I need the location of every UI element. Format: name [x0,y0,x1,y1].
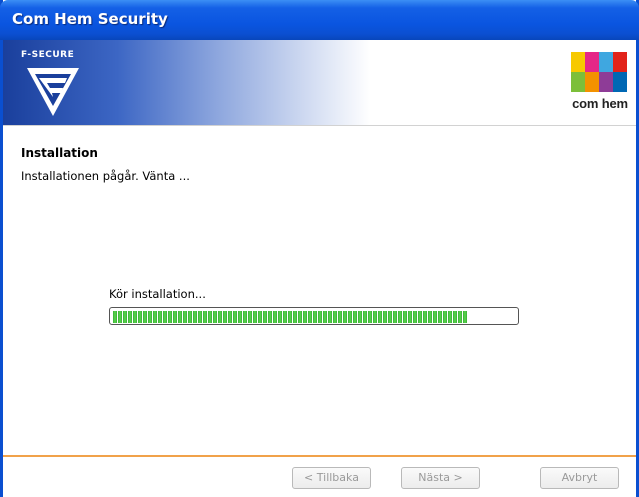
title-bar[interactable]: Com Hem Security [0,0,639,40]
page-subtitle: Installationen pågår. Vänta ... [21,169,190,183]
installer-window: Com Hem Security F-SECURE com hem Instal… [0,0,639,497]
com-hem-logo-icon [571,52,627,92]
progress-bar [109,307,519,325]
f-secure-logo-icon [27,68,79,116]
page-heading: Installation [21,146,98,160]
back-button[interactable]: < Tillbaka [292,467,371,489]
progress-bar-fill [113,311,467,323]
cancel-button[interactable]: Avbryt [540,467,619,489]
next-button[interactable]: Nästa > [401,467,480,489]
header-banner: F-SECURE com hem [3,40,636,125]
footer-divider [3,455,636,457]
header-divider [3,125,636,126]
window-title: Com Hem Security [12,10,168,28]
progress-label: Kör installation... [109,287,206,301]
com-hem-wordmark: com hem [572,96,628,111]
f-secure-brand-label: F-SECURE [21,50,75,60]
com-hem-logo: com hem [569,50,631,122]
